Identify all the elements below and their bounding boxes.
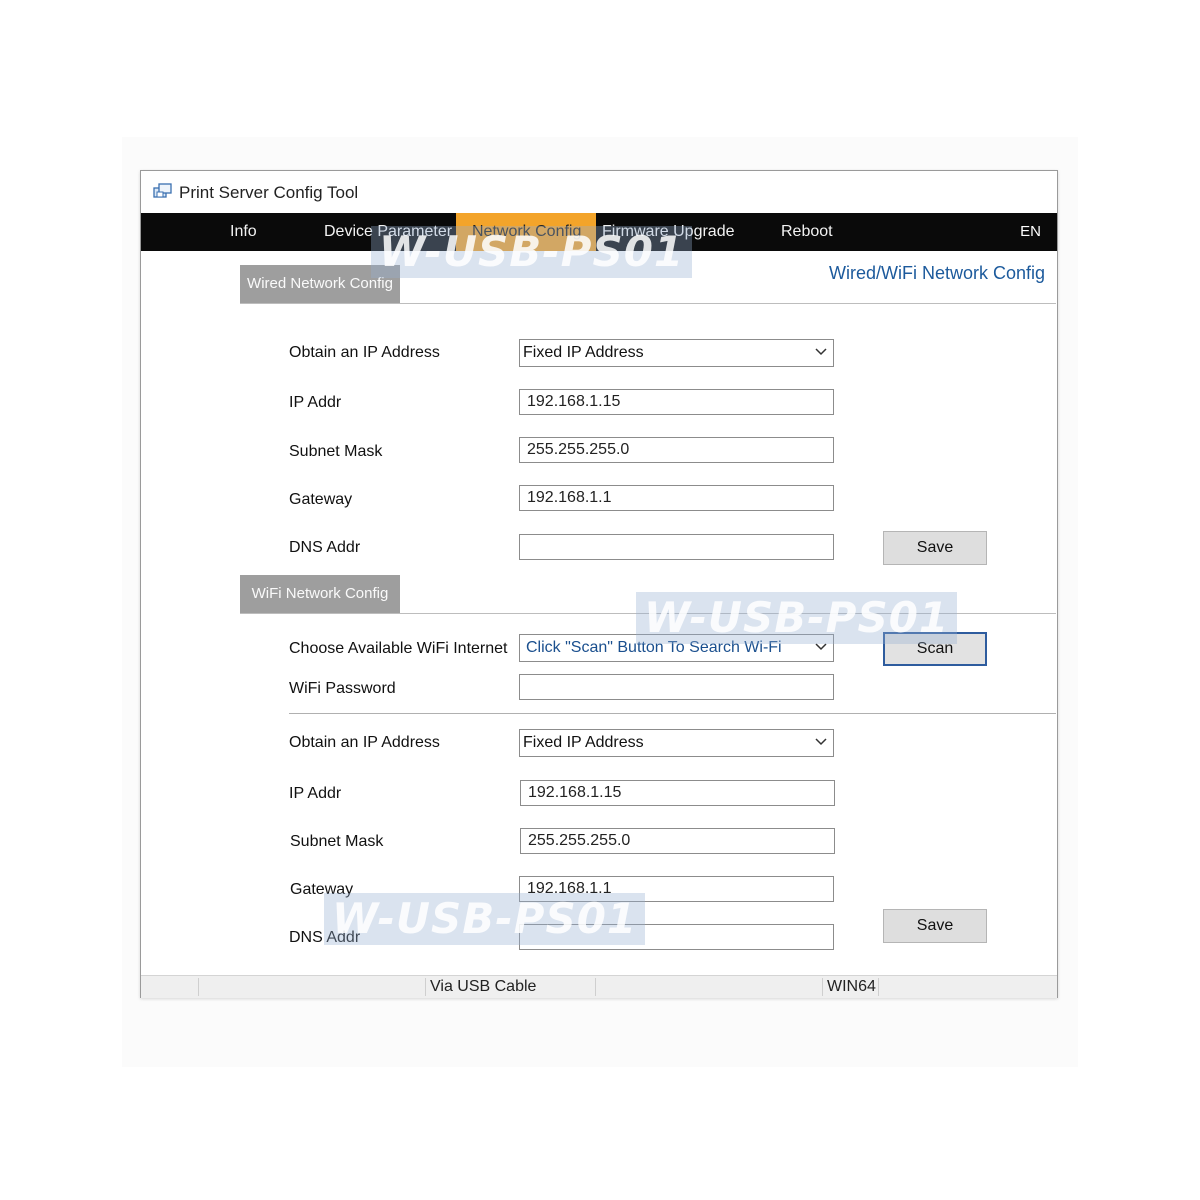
chevron-down-icon	[815, 738, 827, 746]
wifi-password-label: WiFi Password	[289, 680, 396, 697]
title-bar: Print Server Config Tool	[141, 171, 1057, 213]
status-separator	[822, 978, 823, 996]
wired-subnet-field[interactable]: 255.255.255.0	[519, 437, 834, 463]
wired-gateway-field[interactable]: 192.168.1.1	[519, 485, 834, 511]
wifi-ip-divider	[289, 713, 1056, 714]
wifi-network-select[interactable]: Click "Scan" Button To Search Wi-Fi	[519, 634, 834, 662]
chevron-down-icon	[815, 348, 827, 356]
app-window: Print Server Config Tool Info Device Par…	[140, 170, 1058, 998]
status-bar: Via USB Cable WIN64	[141, 975, 1057, 998]
status-separator	[878, 978, 879, 996]
wired-obtain-ip-value: Fixed IP Address	[523, 344, 644, 361]
printer-app-icon	[153, 183, 172, 198]
wifi-dns-label: DNS Addr	[289, 929, 361, 946]
connection-status: Via USB Cable	[430, 978, 537, 995]
platform-status: WIN64	[827, 978, 876, 995]
status-separator	[595, 978, 596, 996]
wifi-subnet-label: Subnet Mask	[290, 833, 384, 850]
wifi-gateway-field[interactable]: 192.168.1.1	[519, 876, 834, 902]
wired-dns-field[interactable]	[519, 534, 834, 560]
wifi-password-field[interactable]	[519, 674, 834, 700]
menu-device-parameter[interactable]: Device Parameter	[324, 213, 452, 251]
wifi-obtain-ip-select[interactable]: Fixed IP Address	[519, 729, 834, 757]
wifi-gateway-label: Gateway	[290, 881, 354, 898]
wired-section-tab: Wired Network Config	[240, 265, 400, 303]
status-separator	[198, 978, 199, 996]
wifi-obtain-ip-value: Fixed IP Address	[523, 734, 644, 751]
wired-ip-field[interactable]: 192.168.1.15	[519, 389, 834, 415]
wifi-choose-label: Choose Available WiFi Internet	[289, 640, 508, 657]
wired-gateway-label: Gateway	[289, 491, 353, 508]
chevron-down-icon	[815, 643, 827, 651]
wifi-ip-field[interactable]: 192.168.1.15	[520, 780, 835, 806]
menu-firmware-upgrade[interactable]: Firmware Upgrade	[602, 213, 734, 251]
language-selector[interactable]: EN	[1020, 213, 1041, 251]
wifi-section-divider	[240, 613, 1056, 614]
wired-obtain-ip-select[interactable]: Fixed IP Address	[519, 339, 834, 367]
wifi-dns-field[interactable]	[519, 924, 834, 950]
wired-ip-label: IP Addr	[289, 394, 342, 411]
status-separator	[425, 978, 426, 996]
wired-dns-label: DNS Addr	[289, 539, 361, 556]
wifi-save-button[interactable]: Save	[883, 909, 987, 943]
menu-reboot[interactable]: Reboot	[781, 213, 833, 251]
wifi-ip-label: IP Addr	[289, 785, 342, 802]
wifi-obtain-ip-label: Obtain an IP Address	[289, 734, 440, 751]
menu-bar: Info Device Parameter Network Config Fir…	[141, 213, 1057, 251]
wifi-subnet-field[interactable]: 255.255.255.0	[520, 828, 835, 854]
page-heading: Wired/WiFi Network Config	[829, 263, 1046, 283]
wifi-network-value: Click "Scan" Button To Search Wi-Fi	[526, 639, 782, 656]
wired-save-button[interactable]: Save	[883, 531, 987, 565]
menu-network-config[interactable]: Network Config	[456, 213, 596, 251]
wifi-section-tab: WiFi Network Config	[240, 575, 400, 613]
window-title: Print Server Config Tool	[179, 183, 359, 202]
wifi-scan-button[interactable]: Scan	[883, 632, 987, 666]
wired-section-divider	[240, 303, 1056, 304]
wired-obtain-ip-label: Obtain an IP Address	[289, 344, 440, 361]
wired-subnet-label: Subnet Mask	[289, 443, 383, 460]
menu-info[interactable]: Info	[230, 213, 257, 251]
